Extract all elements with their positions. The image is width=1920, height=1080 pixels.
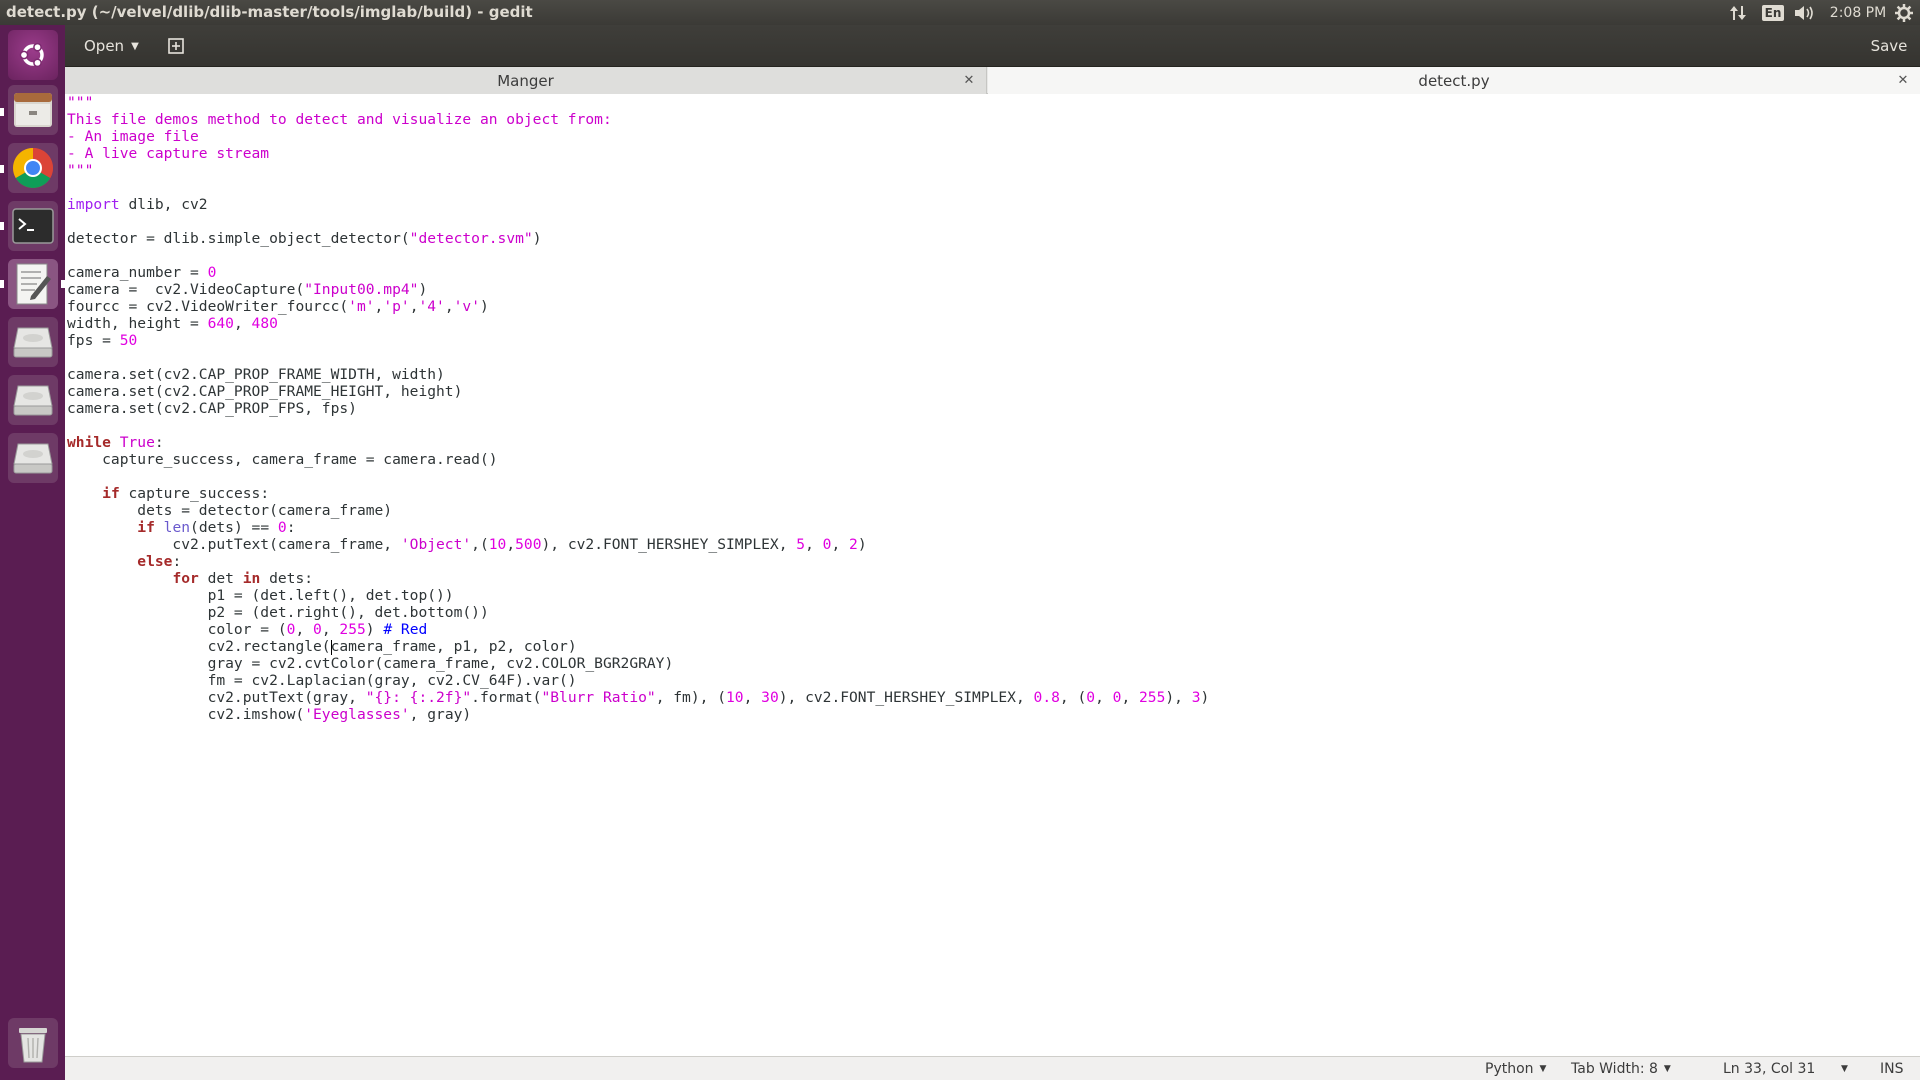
drive-icon[interactable]: [8, 375, 58, 425]
volume-icon[interactable]: [1792, 0, 1818, 25]
settings-gear-icon[interactable]: [1892, 0, 1916, 25]
code-line[interactable]: import dlib, cv2: [67, 196, 1209, 213]
cursor-position-label: Ln 33, Col 31: [1723, 1061, 1816, 1077]
keyboard-layout-indicator[interactable]: En: [1761, 0, 1785, 25]
files-icon[interactable]: [8, 85, 58, 135]
code-line[interactable]: ​: [67, 247, 1209, 264]
code-line[interactable]: if capture_success:: [67, 485, 1209, 502]
trash-icon[interactable]: [8, 1018, 58, 1068]
code-line[interactable]: cv2.putText(gray, "{}: {:.2f}".format("B…: [67, 689, 1210, 706]
keyboard-layout-label: En: [1761, 4, 1785, 21]
code-line[interactable]: ​: [67, 179, 1209, 196]
code-line[interactable]: camera.set(cv2.CAP_PROP_FRAME_HEIGHT, he…: [67, 383, 1209, 400]
top-panel: detect.py (~/velvel/dlib/dlib-master/too…: [0, 0, 1920, 25]
code-line[interactable]: - A live capture stream: [67, 145, 1209, 162]
tab-width-label: Tab Width: 8: [1571, 1061, 1658, 1077]
code-line[interactable]: ​: [67, 417, 1209, 434]
open-button[interactable]: Open ▼: [75, 32, 151, 60]
code-line[interactable]: capture_success, camera_frame = camera.r…: [67, 451, 1209, 468]
open-button-label: Open: [84, 37, 125, 55]
tab-bar: Manger ✕ detect.py ✕: [65, 67, 1920, 94]
code-line[interactable]: camera.set(cv2.CAP_PROP_FPS, fps): [67, 400, 1209, 417]
tab-label: Manger: [497, 71, 554, 90]
status-bar: Python ▼ Tab Width: 8 ▼ Ln 33, Col 31 ▼ …: [65, 1056, 1920, 1080]
tab-detect-py[interactable]: detect.py ✕: [988, 67, 1920, 94]
code-line[interactable]: if len(dets) == 0:: [67, 519, 1209, 536]
code-line[interactable]: fps = 50: [67, 332, 1209, 349]
code-line[interactable]: p1 = (det.left(), det.top()): [67, 587, 1209, 604]
code-line[interactable]: width, height = 640, 480: [67, 315, 1209, 332]
code-line[interactable]: detector = dlib.simple_object_detector("…: [67, 230, 1209, 247]
code-line[interactable]: gray = cv2.cvtColor(camera_frame, cv2.CO…: [67, 655, 1209, 672]
code-line[interactable]: """: [67, 94, 1209, 111]
drive-icon[interactable]: [8, 433, 58, 483]
chrome-icon[interactable]: [8, 143, 58, 193]
code-line[interactable]: cv2.rectangle(camera_frame, p1, p2, colo…: [67, 638, 1209, 655]
language-selector[interactable]: Python ▼: [1485, 1057, 1546, 1080]
code-line[interactable]: camera_number = 0: [67, 264, 1209, 281]
insert-mode-indicator[interactable]: INS: [1880, 1057, 1904, 1080]
launcher: [0, 25, 65, 1080]
tab-manger[interactable]: Manger ✕: [65, 67, 987, 94]
code-text[interactable]: """ This file demos method to detect and …: [67, 94, 1209, 723]
code-line[interactable]: fm = cv2.Laplacian(gray, cv2.CV_64F).var…: [67, 672, 1209, 689]
code-line[interactable]: - An image file: [67, 128, 1209, 145]
cursor-position[interactable]: Ln 33, Col 31: [1723, 1057, 1815, 1080]
drive-icon[interactable]: [8, 317, 58, 367]
code-line[interactable]: while True:: [67, 434, 1209, 451]
new-document-button[interactable]: [160, 32, 192, 60]
code-line[interactable]: dets = detector(camera_frame): [67, 502, 1209, 519]
code-line[interactable]: This file demos method to detect and vis…: [67, 111, 1209, 128]
terminal-icon[interactable]: [8, 201, 58, 251]
code-line[interactable]: for det in dets:: [67, 570, 1209, 587]
network-updown-icon[interactable]: [1727, 0, 1749, 25]
ubuntu-logo-icon[interactable]: [8, 30, 58, 80]
language-label: Python: [1485, 1061, 1534, 1077]
chevron-down-icon: ▼: [1663, 1064, 1671, 1074]
close-icon[interactable]: ✕: [962, 73, 976, 88]
code-line[interactable]: ​: [67, 349, 1209, 366]
close-icon[interactable]: ✕: [1896, 73, 1910, 88]
code-editor[interactable]: """ This file demos method to detect and …: [65, 94, 1920, 1056]
chevron-down-icon[interactable]: ▼: [1841, 1057, 1848, 1080]
text-cursor: [330, 639, 332, 655]
header-bar: Open ▼ Save: [65, 25, 1920, 67]
code-line[interactable]: p2 = (det.right(), det.bottom()): [67, 604, 1209, 621]
code-line[interactable]: camera.set(cv2.CAP_PROP_FRAME_WIDTH, wid…: [67, 366, 1209, 383]
code-line[interactable]: ​: [67, 213, 1209, 230]
text-editor-icon[interactable]: [8, 259, 58, 309]
code-line[interactable]: camera = cv2.VideoCapture("Input00.mp4"): [67, 281, 1209, 298]
clock[interactable]: 2:08 PM: [1826, 0, 1890, 25]
code-line[interactable]: color = (0, 0, 255) # Red: [67, 621, 1209, 638]
code-line[interactable]: ​: [67, 468, 1209, 485]
insert-mode-label: INS: [1880, 1061, 1904, 1077]
chevron-down-icon: ▼: [1539, 1064, 1547, 1074]
code-line[interactable]: cv2.putText(camera_frame, 'Object',(10,5…: [67, 536, 1209, 553]
tab-label: detect.py: [1418, 71, 1490, 90]
save-button[interactable]: Save: [1866, 32, 1912, 60]
code-line[interactable]: """: [67, 162, 1209, 179]
window-title: detect.py (~/velvel/dlib/dlib-master/too…: [6, 3, 533, 21]
code-line[interactable]: fourcc = cv2.VideoWriter_fourcc('m','p',…: [67, 298, 1209, 315]
code-line[interactable]: cv2.imshow('Eyeglasses', gray): [67, 706, 1209, 723]
code-line[interactable]: else:: [67, 553, 1209, 570]
new-document-icon: [168, 38, 184, 54]
tab-width-selector[interactable]: Tab Width: 8 ▼: [1571, 1057, 1671, 1080]
chevron-down-icon: ▼: [131, 40, 139, 52]
